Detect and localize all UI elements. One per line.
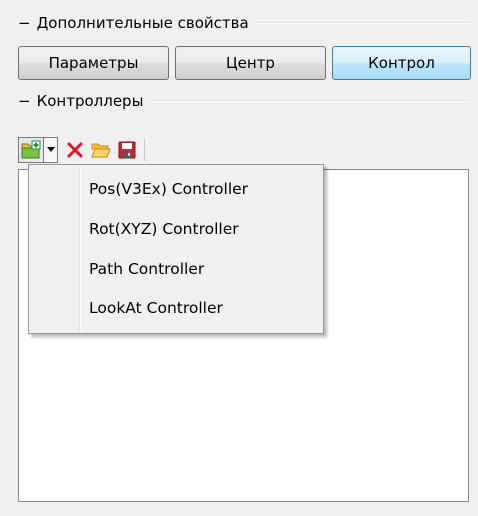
controllers-toolbar: [18, 133, 145, 167]
toolbar-separator: [144, 139, 145, 161]
tab-center-label: Центр: [226, 54, 275, 72]
controllers-group-header[interactable]: − Контроллеры: [18, 92, 468, 110]
delete-icon: [67, 142, 83, 158]
collapse-dash-icon[interactable]: −: [18, 93, 31, 109]
menu-icon-gutter: [79, 167, 81, 331]
tab-controllers-label: Контрол: [368, 54, 435, 72]
controllers-title: Контроллеры: [36, 92, 144, 110]
group-divider: [149, 100, 468, 102]
tab-parameters[interactable]: Параметры: [18, 46, 169, 80]
add-controller-menu: Pos(V3Ex) Controller Rot(XYZ) Controller…: [28, 164, 324, 334]
save-controller-button[interactable]: [114, 137, 140, 163]
menu-item-pos-v3ex-controller[interactable]: Pos(V3Ex) Controller: [89, 176, 248, 202]
add-controller-dropdown-button[interactable]: [44, 137, 58, 163]
group-divider: [254, 22, 468, 24]
collapse-dash-icon[interactable]: −: [18, 15, 31, 31]
chevron-down-icon: [46, 147, 55, 152]
add-controller-icon: [21, 140, 41, 159]
open-controller-button[interactable]: [88, 137, 114, 163]
menu-item-path-controller[interactable]: Path Controller: [89, 256, 204, 282]
menu-item-rot-xyz-controller[interactable]: Rot(XYZ) Controller: [89, 216, 239, 242]
add-controller-button[interactable]: [18, 137, 44, 163]
tab-center[interactable]: Центр: [175, 46, 326, 80]
tab-parameters-label: Параметры: [48, 54, 139, 72]
open-folder-icon: [91, 143, 111, 158]
menu-item-lookat-controller[interactable]: LookAt Controller: [89, 295, 223, 321]
tab-controllers[interactable]: Контрол: [332, 46, 471, 80]
delete-controller-button[interactable]: [62, 137, 88, 163]
additional-properties-group-header[interactable]: − Дополнительные свойства: [18, 14, 468, 32]
additional-properties-title: Дополнительные свойства: [36, 14, 249, 32]
save-icon: [118, 141, 136, 159]
